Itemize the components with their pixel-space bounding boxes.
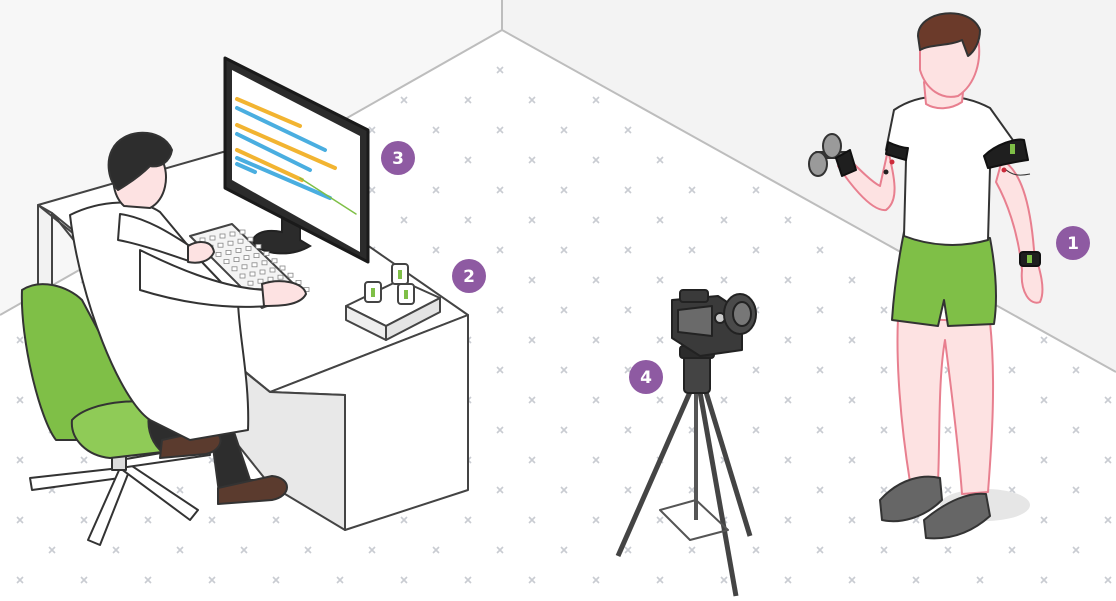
marker-2: 2: [452, 259, 486, 293]
keyboard-key: [249, 271, 256, 277]
keyboard-key: [255, 243, 262, 249]
camera-viewfinder: [679, 289, 709, 303]
camera-lens-glass: [732, 301, 752, 327]
electrode-2: [889, 159, 895, 165]
keyboard-key: [247, 280, 254, 286]
keyboard-key: [257, 278, 264, 284]
dock-led-3: [404, 290, 408, 299]
keyboard-key: [233, 257, 240, 263]
keyboard-key: [277, 274, 284, 280]
marker-3: 3: [381, 141, 415, 175]
keyboard-key: [245, 245, 252, 251]
keyboard-key: [243, 255, 250, 261]
keyboard-key: [261, 260, 268, 266]
keyboard-key: [209, 235, 216, 241]
camera-screen: [677, 305, 713, 337]
keyboard-key: [259, 269, 266, 275]
keyboard-key: [269, 267, 276, 273]
dumbbell-weight-1: [808, 151, 828, 177]
lab-scene-illustration: 1 2 3 4: [0, 0, 1116, 601]
keyboard-key: [239, 273, 246, 279]
keyboard-key: [263, 251, 270, 257]
keyboard-key: [235, 247, 242, 253]
keyboard-key: [253, 253, 260, 259]
marker-1-label: 1: [1067, 234, 1079, 254]
keyboard-key: [223, 259, 230, 265]
keyboard-key: [215, 251, 222, 257]
tripod-head: [683, 354, 711, 394]
keyboard-key: [217, 242, 224, 248]
marker-1: 1: [1056, 226, 1090, 260]
marker-4-label: 4: [640, 368, 652, 388]
marker-4: 4: [629, 360, 663, 394]
electrode-3: [883, 169, 889, 175]
keyboard-key: [239, 229, 246, 235]
dumbbell-weight-2: [822, 133, 842, 159]
keyboard-key: [231, 266, 238, 272]
marker-3-label: 3: [392, 149, 404, 169]
armband-sensor-led: [1010, 144, 1015, 154]
keyboard-key: [227, 240, 234, 246]
keyboard-key: [251, 262, 258, 268]
keyboard-key: [279, 265, 286, 271]
keyboard-key: [225, 249, 232, 255]
keyboard-key: [229, 231, 236, 237]
keyboard-key: [241, 264, 248, 270]
electrode-1: [1001, 167, 1007, 173]
marker-2-label: 2: [463, 267, 475, 287]
keyboard-key: [247, 236, 254, 242]
keyboard-key: [271, 258, 278, 264]
keyboard-key: [287, 272, 294, 278]
keyboard-key: [237, 238, 244, 244]
wrist-sensor-led: [1027, 255, 1032, 263]
keyboard-key: [219, 233, 226, 239]
dock-led-1: [371, 288, 375, 297]
dock-led-2: [398, 270, 402, 279]
